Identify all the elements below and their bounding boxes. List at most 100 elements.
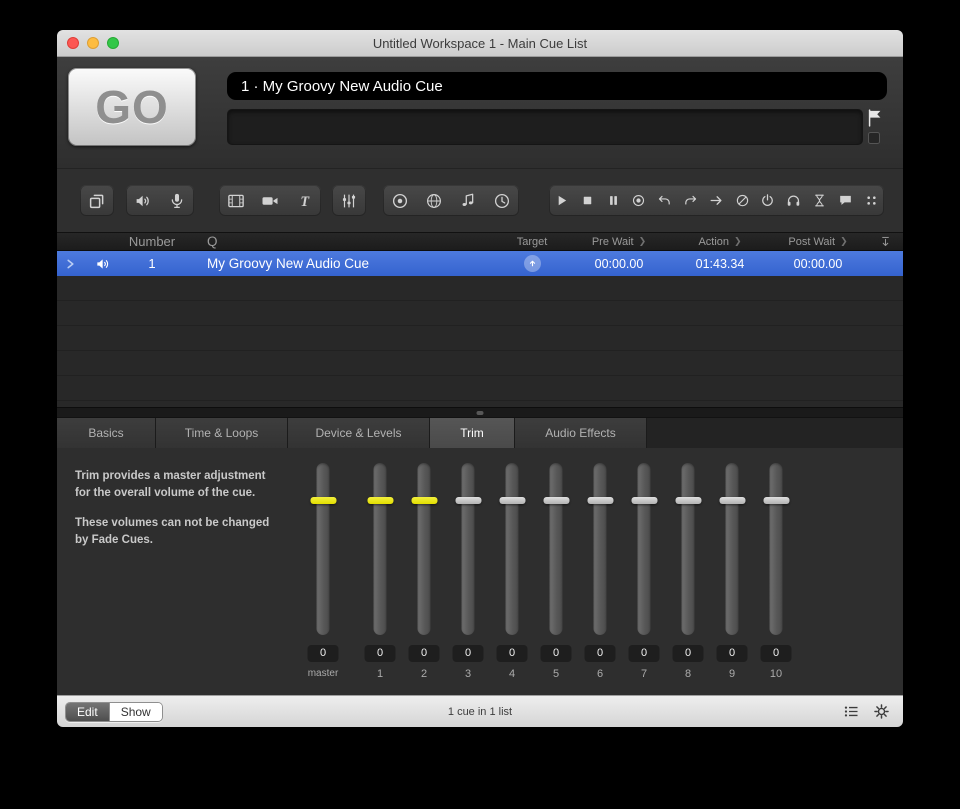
tab-trim[interactable]: Trim [430,418,515,448]
trim-slider-handle[interactable] [631,497,657,504]
flag-checkbox[interactable] [868,132,880,144]
trim-slider-track[interactable] [455,463,481,635]
midi-cue-button[interactable] [451,185,485,216]
cue-name-field[interactable] [227,72,887,100]
trim-slider-handle[interactable] [367,497,393,504]
mic-cue-button[interactable] [160,185,194,216]
trim-slider-handle[interactable] [719,497,745,504]
pause-button[interactable] [600,185,626,216]
trim-value[interactable]: 0 [584,645,616,662]
trim-slider-track[interactable] [675,463,701,635]
column-pre-wait[interactable]: Pre Wait [567,236,671,248]
chevron-right-icon [639,236,647,247]
trim-value[interactable]: 0 [672,645,704,662]
column-number[interactable]: Number [123,234,181,249]
trim-channel-4: 04 [495,448,529,695]
audio-cue-button[interactable] [126,185,160,216]
trim-slider-handle[interactable] [763,497,789,504]
record-button[interactable] [626,185,652,216]
empty-cue-list-area [57,276,903,407]
trim-value[interactable]: 0 [540,645,572,662]
status-bar: Edit Show 1 cue in 1 list [57,695,903,727]
all-cues-button[interactable] [858,185,884,216]
trim-value[interactable]: 0 [307,645,339,662]
trim-value[interactable]: 0 [716,645,748,662]
flag-icon[interactable] [865,107,885,129]
trim-channel-label: 4 [508,668,516,680]
go-button[interactable]: GO [68,68,196,146]
cue-count-summary: 1 cue in 1 list [447,705,513,718]
column-target[interactable]: Target [497,236,567,248]
trim-value[interactable]: 0 [364,645,396,662]
trim-slider-handle[interactable] [455,497,481,504]
trim-slider-track[interactable] [587,463,613,635]
trim-slider-handle[interactable] [499,497,525,504]
trim-slider-track[interactable] [411,463,437,635]
notes-field[interactable] [227,109,863,145]
redo-button[interactable] [678,185,704,216]
osc-cue-button[interactable] [383,185,417,216]
trim-value[interactable]: 0 [628,645,660,662]
play-button[interactable] [549,185,575,216]
fade-cue-icon [340,192,358,210]
cue-target-button[interactable] [497,255,567,272]
stop-button[interactable] [574,185,600,216]
close-button[interactable] [67,37,79,49]
trim-slider-handle[interactable] [587,497,613,504]
trim-channel-label: 3 [464,668,472,680]
timecode-cue-button[interactable] [485,185,519,216]
trim-slider-handle[interactable] [543,497,569,504]
trim-value[interactable]: 0 [496,645,528,662]
column-action[interactable]: Action [671,236,769,248]
undo-button[interactable] [652,185,678,216]
cue-row[interactable]: 1 My Groovy New Audio Cue 00:00.00 01:43.34… [57,251,903,276]
trim-slider-handle[interactable] [675,497,701,504]
trim-channel-8: 08 [671,448,705,695]
trim-slider-track[interactable] [310,463,336,635]
trim-slider-track[interactable] [499,463,525,635]
devamp-icon [735,193,750,208]
trim-value[interactable]: 0 [760,645,792,662]
column-post-wait[interactable]: Post Wait [769,236,867,248]
video-cue-button[interactable] [219,185,253,216]
workspace-header: GO [57,57,903,168]
tab-device-levels[interactable]: Device & Levels [288,418,430,448]
column-q[interactable]: Q [181,234,497,249]
column-post-wait-label: Post Wait [788,235,836,248]
mode-show-button[interactable]: Show [108,702,162,721]
column-options[interactable] [867,235,903,248]
text-cue-button[interactable]: T [287,185,321,216]
group-cue-button[interactable] [80,185,114,216]
cue-lists-icon[interactable] [843,703,860,720]
notes-button[interactable] [832,185,858,216]
load-button[interactable] [703,185,729,216]
preview-button[interactable] [781,185,807,216]
trim-panel: Trim provides a master adjustment for th… [57,448,903,695]
settings-gear-icon[interactable] [873,703,890,720]
trim-slider-handle[interactable] [310,497,336,504]
trim-value[interactable]: 0 [408,645,440,662]
tab-basics[interactable]: Basics [57,418,156,448]
trim-channel-3: 03 [451,448,485,695]
trim-slider-handle[interactable] [411,497,437,504]
camera-cue-button[interactable] [253,185,287,216]
devamp-button[interactable] [729,185,755,216]
mode-edit-button[interactable]: Edit [66,702,109,721]
fade-cue-button[interactable] [332,185,366,216]
trim-channel-7: 07 [627,448,661,695]
trim-value[interactable]: 0 [452,645,484,662]
trim-slider-track[interactable] [631,463,657,635]
network-cue-button[interactable] [417,185,451,216]
panel-splitter[interactable] [57,407,903,418]
minimize-button[interactable] [87,37,99,49]
trim-slider-track[interactable] [719,463,745,635]
tab-audio-effects[interactable]: Audio Effects [515,418,647,448]
trim-slider-track[interactable] [367,463,393,635]
wait-button[interactable] [807,185,833,216]
tab-time-loops[interactable]: Time & Loops [156,418,288,448]
svg-text:T: T [300,193,310,209]
trim-slider-track[interactable] [543,463,569,635]
trim-slider-track[interactable] [763,463,789,635]
zoom-button[interactable] [107,37,119,49]
power-button[interactable] [755,185,781,216]
